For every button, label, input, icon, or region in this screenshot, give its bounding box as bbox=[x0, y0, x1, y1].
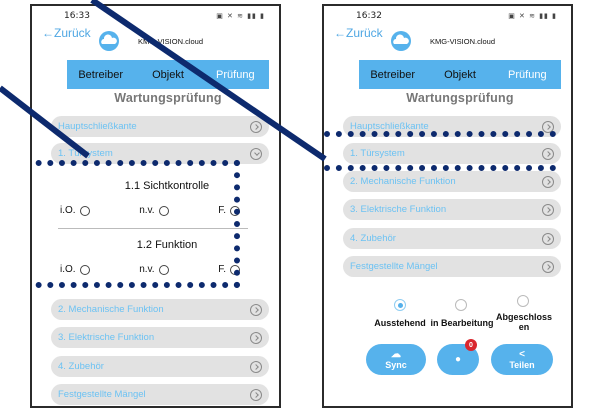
list-item-label: 2. Mechanische Funktion bbox=[350, 176, 456, 187]
sync-button-label: Sync bbox=[385, 359, 407, 370]
back-button[interactable]: ←Zurück bbox=[42, 26, 91, 40]
highlight-dotted-line-top bbox=[324, 131, 556, 137]
chevron-right-icon bbox=[250, 388, 262, 401]
back-label: Zurück bbox=[346, 26, 383, 40]
chat-bubble-icon: ● bbox=[454, 353, 462, 365]
status-icons: ▣ ✕ ≋ ▮▮ ▮ bbox=[508, 12, 557, 20]
chevron-down-icon bbox=[250, 147, 262, 160]
brand-name: KMG-VISION.cloud bbox=[138, 37, 204, 46]
status-bar: 16:32 ▣ ✕ ≋ ▮▮ ▮ bbox=[324, 6, 571, 26]
status-label-ausstehend: Ausstehend bbox=[374, 318, 426, 328]
notification-badge: 0 bbox=[465, 339, 477, 351]
status-label-in-bearbeitung: in Bearbeitung bbox=[430, 318, 494, 328]
list-item-festgestellte-maengel[interactable]: Festgestellte Mängel bbox=[51, 384, 269, 405]
app-header: ←Zurück KMG-VISION.cloud bbox=[32, 26, 279, 60]
list-item-zubehoer[interactable]: 4. Zubehör bbox=[51, 356, 269, 377]
sync-button[interactable]: ☁ Sync bbox=[366, 344, 426, 375]
back-label: Zurück bbox=[54, 26, 91, 40]
list-item-zubehoer[interactable]: 4. Zubehör bbox=[343, 228, 561, 249]
chevron-right-icon bbox=[542, 232, 554, 245]
cloud-logo-icon bbox=[99, 31, 119, 51]
chevron-right-icon bbox=[542, 260, 554, 273]
status-radio-abgeschlossen[interactable] bbox=[517, 295, 529, 307]
list-item-label: 1. Türsystem bbox=[58, 148, 113, 159]
list-item-mechanische-funktion[interactable]: 2. Mechanische Funktion bbox=[343, 171, 561, 192]
list-item-label: 4. Zubehör bbox=[350, 233, 396, 244]
status-icons: ▣ ✕ ≋ ▮▮ ▮ bbox=[216, 12, 265, 20]
list-item-label: 2. Mechanische Funktion bbox=[58, 304, 164, 315]
tab-pruefung[interactable]: Prüfung bbox=[202, 69, 269, 81]
section-title: Wartungsprüfung bbox=[114, 91, 222, 105]
cloud-logo-icon bbox=[391, 31, 411, 51]
chevron-right-icon bbox=[250, 303, 262, 316]
list-item-mechanische-funktion[interactable]: 2. Mechanische Funktion bbox=[51, 299, 269, 320]
chevron-right-icon bbox=[250, 120, 262, 133]
chevron-right-icon bbox=[250, 360, 262, 373]
list-item-elektrische-funktion[interactable]: 3. Elektrische Funktion bbox=[343, 199, 561, 220]
right-phone-screen: 16:32 ▣ ✕ ≋ ▮▮ ▮ ←Zurück KMG-VISION.clou… bbox=[322, 4, 573, 408]
highlight-dotted-line-bottom bbox=[324, 165, 556, 171]
chat-button[interactable]: ● 0 bbox=[437, 339, 479, 375]
section-title: Wartungsprüfung bbox=[406, 91, 514, 105]
tab-pruefung[interactable]: Prüfung bbox=[494, 69, 561, 81]
tab-bar: Betreiber Objekt Prüfung bbox=[359, 60, 561, 89]
list-item-label: Festgestellte Mängel bbox=[58, 389, 146, 400]
list-item-elektrische-funktion[interactable]: 3. Elektrische Funktion bbox=[51, 327, 269, 348]
tab-betreiber[interactable]: Betreiber bbox=[359, 69, 426, 81]
tab-objekt[interactable]: Objekt bbox=[426, 69, 493, 81]
list-item-festgestellte-maengel[interactable]: Festgestellte Mängel bbox=[343, 256, 561, 277]
list-item-label: 3. Elektrische Funktion bbox=[58, 332, 155, 343]
tab-betreiber[interactable]: Betreiber bbox=[67, 69, 134, 81]
list-item-label: 4. Zubehör bbox=[58, 361, 104, 372]
list-item-label: Hauptschließkante bbox=[58, 121, 137, 132]
list-item-hauptschliesskante[interactable]: Hauptschließkante bbox=[51, 116, 269, 137]
share-button[interactable]: < Teilen bbox=[491, 344, 553, 375]
app-header: ←Zurück KMG-VISION.cloud bbox=[324, 26, 571, 60]
highlight-dotted-box bbox=[32, 160, 240, 288]
share-icon: < bbox=[519, 348, 525, 360]
list-item-tuersystem[interactable]: 1. Türsystem bbox=[343, 143, 561, 164]
cloud-sync-icon: ☁ bbox=[391, 348, 401, 360]
chevron-right-icon bbox=[542, 175, 554, 188]
left-phone-screen: 16:33 ▣ ✕ ≋ ▮▮ ▮ ←Zurück KMG-VISION.clou… bbox=[30, 4, 281, 408]
status-radio-in-bearbeitung[interactable] bbox=[455, 299, 467, 311]
share-button-label: Teilen bbox=[509, 359, 535, 370]
back-arrow-icon: ← bbox=[42, 26, 54, 40]
list-item-label: 1. Türsystem bbox=[350, 148, 405, 159]
list-item-label: Festgestellte Mängel bbox=[350, 261, 438, 272]
status-bar: 16:33 ▣ ✕ ≋ ▮▮ ▮ bbox=[32, 6, 279, 26]
chevron-right-icon bbox=[250, 331, 262, 344]
status-radio-ausstehend[interactable] bbox=[394, 299, 406, 311]
brand-name: KMG-VISION.cloud bbox=[430, 37, 496, 46]
status-time: 16:32 bbox=[356, 11, 382, 21]
back-arrow-icon: ← bbox=[334, 26, 346, 40]
status-time: 16:33 bbox=[64, 11, 90, 21]
chevron-right-icon bbox=[542, 203, 554, 216]
list-item-label: 3. Elektrische Funktion bbox=[350, 204, 447, 215]
tab-objekt[interactable]: Objekt bbox=[134, 69, 201, 81]
chevron-right-icon bbox=[542, 147, 554, 160]
status-label-abgeschlossen: Abgeschlossen bbox=[495, 312, 553, 332]
back-button[interactable]: ←Zurück bbox=[334, 26, 383, 40]
tab-bar: Betreiber Objekt Prüfung bbox=[67, 60, 269, 89]
